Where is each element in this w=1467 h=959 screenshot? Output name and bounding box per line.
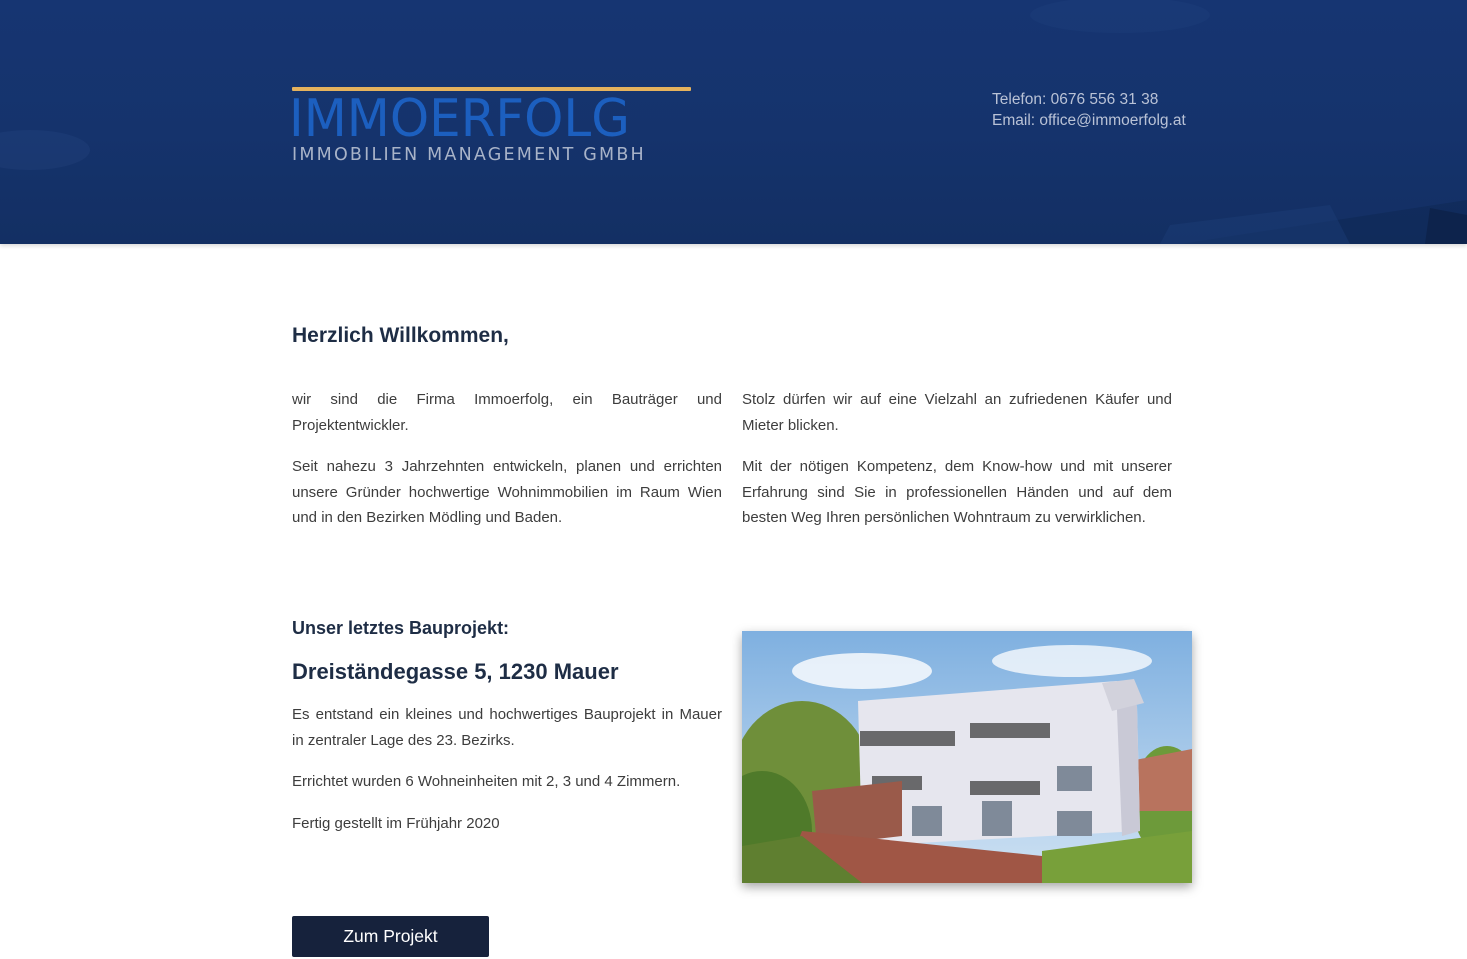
contact-info: Telefon: 0676 556 31 38 Email: office@im… bbox=[992, 89, 1186, 131]
logo-name: IMMOERFOLG bbox=[289, 89, 630, 149]
email-text[interactable]: Email: office@immoerfolg.at bbox=[992, 110, 1186, 131]
welcome-paragraph: Stolz dürfen wir auf eine Vielzahl an zu… bbox=[742, 391, 1172, 434]
company-logo[interactable]: IMMOERFOLG IMMOBILIEN MANAGEMENT GMBH bbox=[289, 87, 694, 169]
welcome-heading: Herzlich Willkommen, bbox=[292, 324, 509, 347]
welcome-paragraph: Mit der nötigen Kompetenz, dem Know-how … bbox=[742, 458, 1172, 526]
logo-subtitle: IMMOBILIEN MANAGEMENT GMBH bbox=[292, 145, 646, 165]
header-background-image bbox=[0, 0, 1467, 244]
welcome-right-column: Stolz dürfen wir auf eine Vielzahl an zu… bbox=[742, 387, 1172, 547]
to-project-button[interactable]: Zum Projekt bbox=[292, 916, 489, 957]
welcome-paragraph: wir sind die Firma Immoerfolg, ein Bautr… bbox=[292, 391, 722, 434]
project-image[interactable] bbox=[742, 631, 1192, 883]
project-paragraph: Es entstand ein kleines und hochwertiges… bbox=[292, 706, 722, 749]
project-title: Dreiständegasse 5, 1230 Mauer bbox=[292, 659, 619, 684]
project-description: Es entstand ein kleines und hochwertiges… bbox=[292, 702, 722, 852]
building-rendering-icon bbox=[742, 631, 1192, 883]
project-label: Unser letztes Bauprojekt: bbox=[292, 618, 510, 638]
welcome-paragraph: Seit nahezu 3 Jahrzehnten entwickeln, pl… bbox=[292, 458, 722, 526]
project-paragraph: Fertig gestellt im Frühjahr 2020 bbox=[292, 814, 500, 832]
phone-text[interactable]: Telefon: 0676 556 31 38 bbox=[992, 89, 1186, 110]
welcome-left-column: wir sind die Firma Immoerfolg, ein Bautr… bbox=[292, 387, 722, 547]
project-paragraph: Errichtet wurden 6 Wohneinheiten mit 2, … bbox=[292, 773, 681, 790]
site-header: IMMOERFOLG IMMOBILIEN MANAGEMENT GMBH Te… bbox=[0, 0, 1467, 244]
